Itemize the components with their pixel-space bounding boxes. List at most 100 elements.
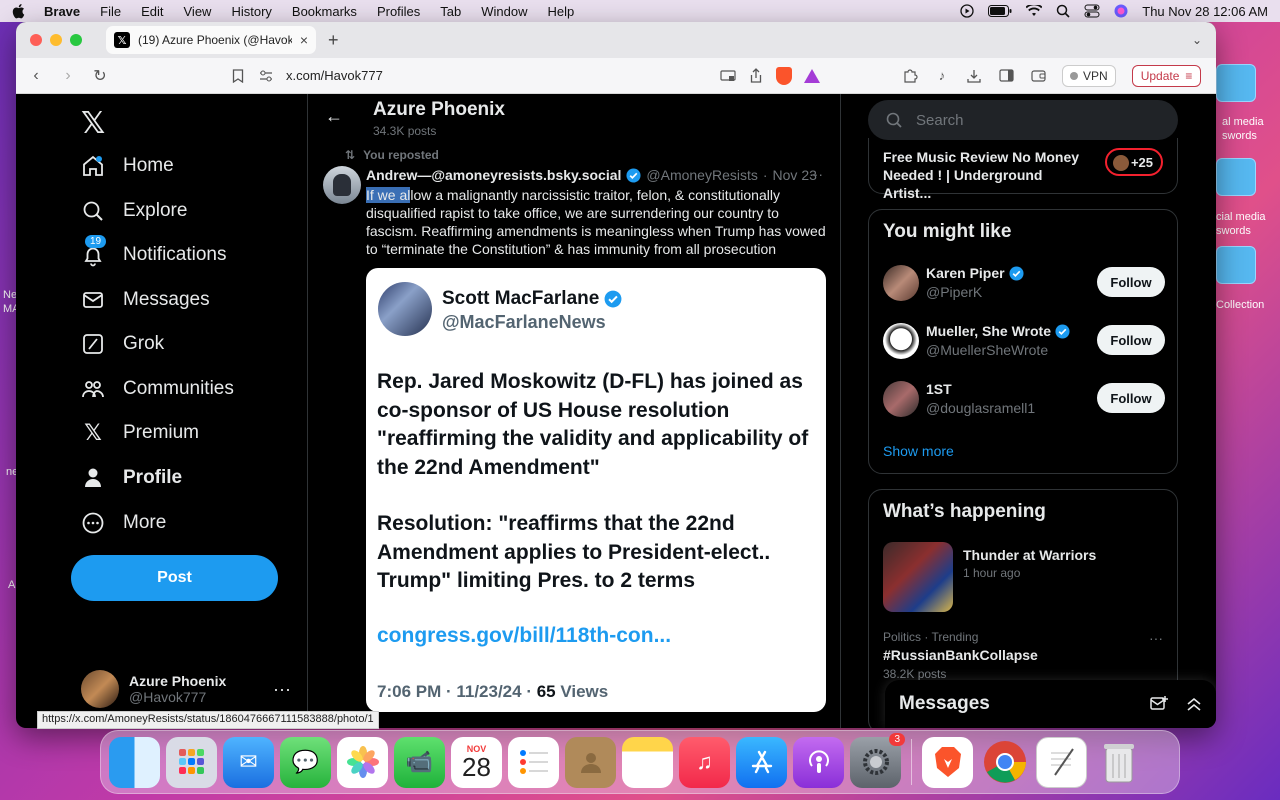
url-text[interactable]: x.com/Havok777 <box>286 68 708 83</box>
nav-item-communities[interactable]: Communities <box>81 377 234 401</box>
desktop-folder-icon[interactable] <box>1216 246 1256 284</box>
minimize-window-button[interactable] <box>50 34 62 46</box>
dock-app-store-icon[interactable] <box>736 736 787 788</box>
show-more-link[interactable]: Show more <box>883 443 954 459</box>
dock-chrome-icon[interactable] <box>979 737 1030 788</box>
trend-title[interactable]: #RussianBankCollapse <box>883 647 1038 663</box>
control-center-icon[interactable] <box>1084 4 1100 18</box>
apple-icon[interactable] <box>12 3 26 19</box>
forward-button[interactable]: › <box>60 67 76 85</box>
x-logo-icon[interactable]: 𝕏 <box>81 106 105 141</box>
desktop-folder-icon[interactable] <box>1216 64 1256 102</box>
avatar[interactable] <box>323 166 361 204</box>
siri-icon[interactable] <box>1114 4 1128 18</box>
battery-icon[interactable] <box>988 5 1012 17</box>
trend-thumbnail[interactable] <box>883 542 953 612</box>
dock-launchpad-icon[interactable] <box>166 736 217 788</box>
brave-rewards-icon[interactable] <box>804 68 820 83</box>
play-icon[interactable] <box>960 4 974 18</box>
trend-more-icon[interactable]: ··· <box>1149 630 1163 646</box>
tweet-text[interactable]: If we allow a malignantly narcissistic t… <box>366 186 826 258</box>
bookmark-icon[interactable] <box>230 68 246 84</box>
nav-item-notifications[interactable]: 19 Notifications <box>81 235 227 267</box>
menu-history[interactable]: History <box>231 4 271 19</box>
new-message-icon[interactable] <box>1150 696 1168 712</box>
menu-view[interactable]: View <box>184 4 212 19</box>
follow-button[interactable]: Follow <box>1097 267 1165 297</box>
menu-help[interactable]: Help <box>548 4 575 19</box>
new-tab-button[interactable]: + <box>328 30 339 51</box>
dock-calendar-icon[interactable]: NOV 28 <box>451 736 502 788</box>
menubar-datetime[interactable]: Thu Nov 28 12:06 AM <box>1142 4 1268 19</box>
update-button[interactable]: Update ≡ <box>1131 64 1202 87</box>
trend-title[interactable]: Thunder at Warriors <box>963 547 1096 563</box>
wifi-icon[interactable] <box>1026 5 1043 17</box>
extensions-icon[interactable] <box>902 68 918 84</box>
dock-notes-icon[interactable] <box>622 736 673 788</box>
menu-edit[interactable]: Edit <box>141 4 163 19</box>
zoom-window-button[interactable] <box>70 34 82 46</box>
tweet-more-icon[interactable]: ··· <box>809 166 823 182</box>
dock-contacts-icon[interactable] <box>565 736 616 788</box>
dock-finder-icon[interactable] <box>109 736 160 788</box>
dock-textedit-icon[interactable] <box>1036 736 1087 788</box>
dock-music-icon[interactable]: ♫ <box>679 736 730 788</box>
nav-item-explore[interactable]: Explore <box>81 199 187 223</box>
nav-item-profile[interactable]: Profile <box>81 466 182 490</box>
nav-item-messages[interactable]: Messages <box>81 288 210 312</box>
back-arrow-icon[interactable]: ← <box>325 106 343 127</box>
dock-facetime-icon[interactable]: 📹 <box>394 736 445 788</box>
dock-trash-icon[interactable] <box>1093 737 1144 788</box>
promoted-space-card[interactable]: Free Music Review No Money Needed ! | Un… <box>868 138 1178 201</box>
follow-button[interactable]: Follow <box>1097 325 1165 355</box>
expand-chevron-icon[interactable] <box>1186 696 1202 712</box>
desktop-folder-icon[interactable] <box>1216 158 1256 196</box>
tweet-author-handle[interactable]: @AmoneyResists <box>646 167 757 183</box>
repost-label[interactable]: You reposted <box>363 148 439 162</box>
nav-item-home[interactable]: Home <box>81 154 174 178</box>
cast-icon[interactable] <box>720 68 736 84</box>
menu-app-brave[interactable]: Brave <box>44 4 80 19</box>
reload-button[interactable]: ↻ <box>92 66 108 86</box>
dock-system-settings-icon[interactable]: 3 <box>850 732 905 788</box>
wallet-icon[interactable] <box>1030 68 1046 84</box>
account-more-icon[interactable]: ··· <box>273 679 291 700</box>
address-bar[interactable]: x.com/Havok777 <box>230 66 820 85</box>
back-button[interactable]: ‹ <box>28 67 44 85</box>
post-button[interactable]: Post <box>71 555 278 601</box>
close-window-button[interactable] <box>30 34 42 46</box>
dock-photos-icon[interactable] <box>337 736 388 788</box>
account-switcher[interactable]: Azure Phoenix @Havok777 ··· <box>81 670 291 708</box>
list-item[interactable]: Karen Piper @PiperK Follow <box>883 265 1165 305</box>
menu-bookmarks[interactable]: Bookmarks <box>292 4 357 19</box>
downloads-icon[interactable] <box>966 68 982 84</box>
close-tab-icon[interactable]: × <box>300 32 308 48</box>
dock-podcasts-icon[interactable] <box>793 736 844 788</box>
list-item[interactable]: Mueller, She Wrote @MuellerSheWrote Foll… <box>883 323 1165 363</box>
dock-reminders-icon[interactable] <box>508 736 559 788</box>
menu-profiles[interactable]: Profiles <box>377 4 420 19</box>
tab-active[interactable]: 𝕏 (19) Azure Phoenix (@Havok7 × <box>106 26 316 54</box>
tweet-author-name[interactable]: Andrew—@amoneyresists.bsky.social <box>366 167 621 183</box>
sidebar-icon[interactable] <box>998 68 1014 84</box>
tab-list-chevron-icon[interactable]: ⌄ <box>1192 33 1202 47</box>
share-icon[interactable] <box>748 68 764 84</box>
vpn-button[interactable]: VPN <box>1062 64 1116 87</box>
nav-item-more[interactable]: More <box>81 511 166 535</box>
search-input[interactable]: Search <box>868 100 1178 140</box>
site-settings-icon[interactable] <box>258 68 274 84</box>
dock-messages-icon[interactable]: 💬 <box>280 736 331 788</box>
nav-item-premium[interactable]: 𝕏 Premium <box>81 420 199 445</box>
dock-brave-icon[interactable] <box>922 736 973 788</box>
list-item[interactable]: 1ST @douglasramell1 Follow <box>883 381 1165 421</box>
menu-tab[interactable]: Tab <box>440 4 461 19</box>
tweet-image-card[interactable]: Scott MacFarlane @MacFarlaneNews Rep. Ja… <box>366 268 826 712</box>
media-music-icon[interactable]: ♪ <box>934 68 950 84</box>
spotlight-search-icon[interactable] <box>1056 4 1070 18</box>
follow-button[interactable]: Follow <box>1097 383 1165 413</box>
brave-shields-icon[interactable] <box>776 66 792 85</box>
menu-file[interactable]: File <box>100 4 121 19</box>
menu-window[interactable]: Window <box>481 4 527 19</box>
messages-drawer[interactable]: Messages <box>885 680 1216 728</box>
nav-item-grok[interactable]: Grok <box>81 332 164 356</box>
